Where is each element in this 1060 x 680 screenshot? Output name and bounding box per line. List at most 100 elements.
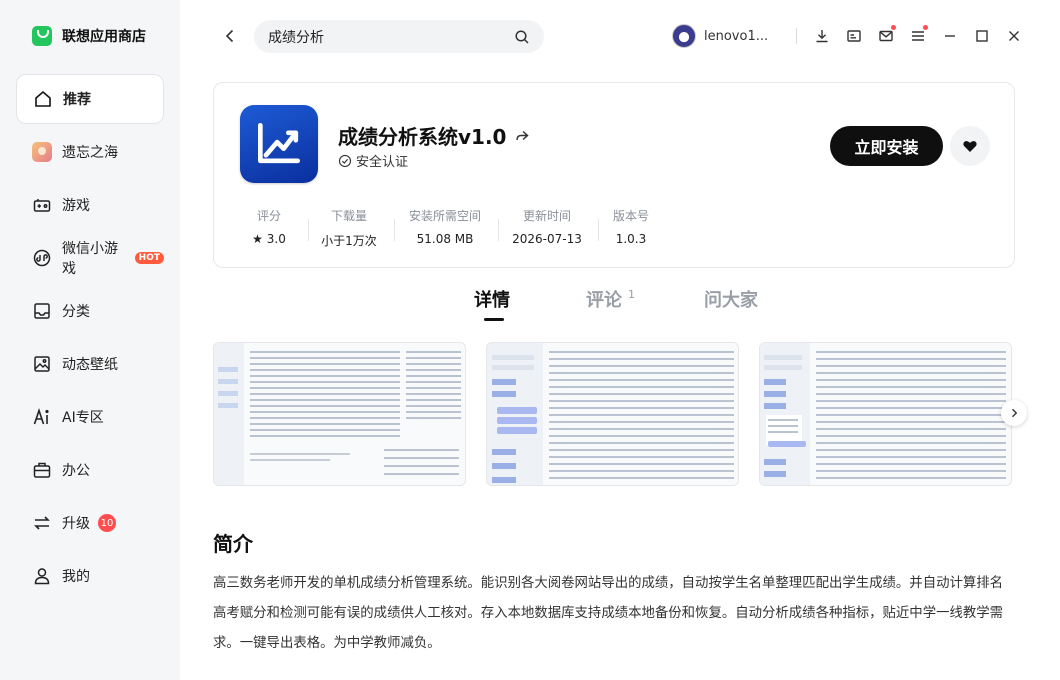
- review-count: 1: [628, 288, 635, 301]
- stat-rating: 评分 ★ 3.0: [244, 207, 294, 246]
- sidebar-item-label: 动态壁纸: [62, 357, 118, 373]
- sidebar-item-office[interactable]: 办公: [16, 445, 164, 495]
- tab-details[interactable]: 详情: [474, 286, 586, 321]
- stat-value: 51.08 MB: [416, 232, 474, 246]
- stat-label: 安装所需空间: [408, 209, 481, 223]
- brand: 联想应用商店: [32, 26, 146, 46]
- sidebar-item-ai[interactable]: AI专区: [16, 392, 164, 442]
- active-tab-indicator: [484, 318, 504, 321]
- notification-dot: [923, 25, 928, 30]
- back-button[interactable]: [218, 24, 242, 48]
- search-box: [254, 20, 544, 53]
- hot-badge: HOT: [134, 252, 164, 264]
- stat-divider: [308, 219, 309, 241]
- stat-value: 1.0.3: [615, 232, 647, 246]
- category-icon: [32, 301, 52, 321]
- sidebar: 联想应用商店 推荐 遗忘之海 游戏 微信小游戏 HOT 分类 动态壁纸 AI专区…: [0, 0, 180, 680]
- stat-divider: [498, 219, 499, 241]
- sidebar-item-label: 游戏: [62, 198, 90, 214]
- sidebar-item-recommend[interactable]: 推荐: [16, 74, 164, 124]
- sidebar-item-category[interactable]: 分类: [16, 286, 164, 336]
- gamepad-icon: [32, 195, 52, 215]
- stat-value: 2026-07-13: [512, 232, 582, 246]
- sidebar-item-mine[interactable]: 我的: [16, 551, 164, 601]
- close-icon: [1009, 31, 1019, 41]
- avatar: [672, 24, 696, 48]
- tab-ask-everyone[interactable]: 问大家: [704, 286, 758, 312]
- mini-game-icon: [32, 248, 52, 268]
- security-certification: 安全认证: [338, 151, 408, 170]
- certification-label: 安全认证: [356, 155, 409, 170]
- screenshot-next-button[interactable]: [1001, 400, 1027, 426]
- app-title: 成绩分析系统v1.0: [338, 121, 530, 150]
- toolbar-divider: [796, 28, 797, 44]
- game-avatar-icon: [32, 142, 52, 162]
- tab-reviews[interactable]: 评论 1: [586, 286, 704, 312]
- stat-label: 评分: [256, 209, 281, 223]
- maximize-icon: [976, 30, 988, 42]
- minimize-icon: [945, 35, 955, 37]
- sidebar-item-label: 分类: [62, 304, 90, 320]
- menu-icon: [912, 31, 924, 41]
- user-name: lenovo1...: [704, 28, 769, 44]
- update-count-badge: 10: [98, 514, 116, 532]
- tab-label: 问大家: [704, 290, 758, 311]
- screenshot-gallery: [213, 342, 1015, 486]
- minimize-button[interactable]: [938, 24, 962, 48]
- home-icon: [33, 89, 53, 109]
- install-button[interactable]: 立即安装: [830, 126, 943, 166]
- search-icon[interactable]: [514, 29, 530, 45]
- favorite-button[interactable]: [950, 126, 990, 166]
- store-logo-icon: [32, 26, 52, 46]
- user-icon: [32, 566, 52, 586]
- sidebar-item-games[interactable]: 游戏: [16, 180, 164, 230]
- ai-icon: [32, 407, 52, 427]
- detail-tabs: 详情 评论 1 问大家: [474, 286, 758, 321]
- menu-button[interactable]: [906, 24, 930, 48]
- sidebar-item-live-wallpaper[interactable]: 动态壁纸: [16, 339, 164, 389]
- sidebar-item-label: 我的: [62, 569, 90, 585]
- intro-description: 高三数务老师开发的单机成绩分析管理系统。能识别各大阅卷网站导出的成绩，自动按学生…: [213, 576, 1004, 651]
- messages-button[interactable]: [874, 24, 898, 48]
- stat-label: 版本号: [612, 209, 649, 223]
- heart-icon: [963, 141, 977, 152]
- notification-dot: [891, 25, 896, 30]
- chevron-left-icon: [225, 29, 234, 43]
- sidebar-item-label: 遗忘之海: [62, 145, 118, 161]
- stat-divider: [394, 219, 395, 241]
- briefcase-icon: [32, 460, 52, 480]
- sidebar-item-forgotten-sea[interactable]: 遗忘之海: [16, 127, 164, 177]
- screenshot-3[interactable]: [759, 342, 1012, 486]
- check-circle-icon: [338, 154, 352, 167]
- maximize-button[interactable]: [970, 24, 994, 48]
- user-account[interactable]: lenovo1...: [672, 24, 768, 48]
- install-manager-button[interactable]: [842, 24, 866, 48]
- app-chart-icon: [240, 105, 318, 183]
- tray-icon: [847, 30, 861, 42]
- brand-name: 联想应用商店: [62, 29, 146, 45]
- app-info-card: 成绩分析系统v1.0 安全认证 立即安装 评分 ★ 3.0 下载量 小于1万次 …: [213, 82, 1015, 268]
- sidebar-item-update[interactable]: 升级 10: [16, 498, 164, 548]
- sidebar-item-label: AI专区: [62, 410, 104, 426]
- stat-value: ★ 3.0: [252, 232, 286, 246]
- search-input[interactable]: [268, 28, 514, 45]
- close-button[interactable]: [1002, 24, 1026, 48]
- app-title-text: 成绩分析系统v1.0: [338, 125, 507, 149]
- tab-label: 评论: [586, 290, 622, 311]
- mail-icon: [879, 30, 893, 42]
- sidebar-item-label: 办公: [62, 463, 90, 479]
- stat-value: 小于1万次: [321, 234, 377, 248]
- download-button[interactable]: [810, 24, 834, 48]
- stat-update-time: 更新时间 2026-07-13: [508, 207, 586, 246]
- stat-label: 更新时间: [522, 209, 571, 223]
- stat-version: 版本号 1.0.3: [606, 207, 656, 246]
- screenshot-2[interactable]: [486, 342, 739, 486]
- stat-install-size: 安装所需空间 51.08 MB: [404, 207, 486, 246]
- stat-divider: [598, 219, 599, 241]
- screenshot-1[interactable]: [213, 342, 466, 486]
- sidebar-item-wechat-mini-games[interactable]: 微信小游戏 HOT: [16, 233, 164, 283]
- chevron-right-icon: [1012, 408, 1018, 418]
- share-icon[interactable]: [514, 128, 530, 144]
- app-stats: 评分 ★ 3.0 下载量 小于1万次 安装所需空间 51.08 MB 更新时间 …: [214, 207, 674, 249]
- stat-downloads: 下载量 小于1万次: [314, 207, 384, 249]
